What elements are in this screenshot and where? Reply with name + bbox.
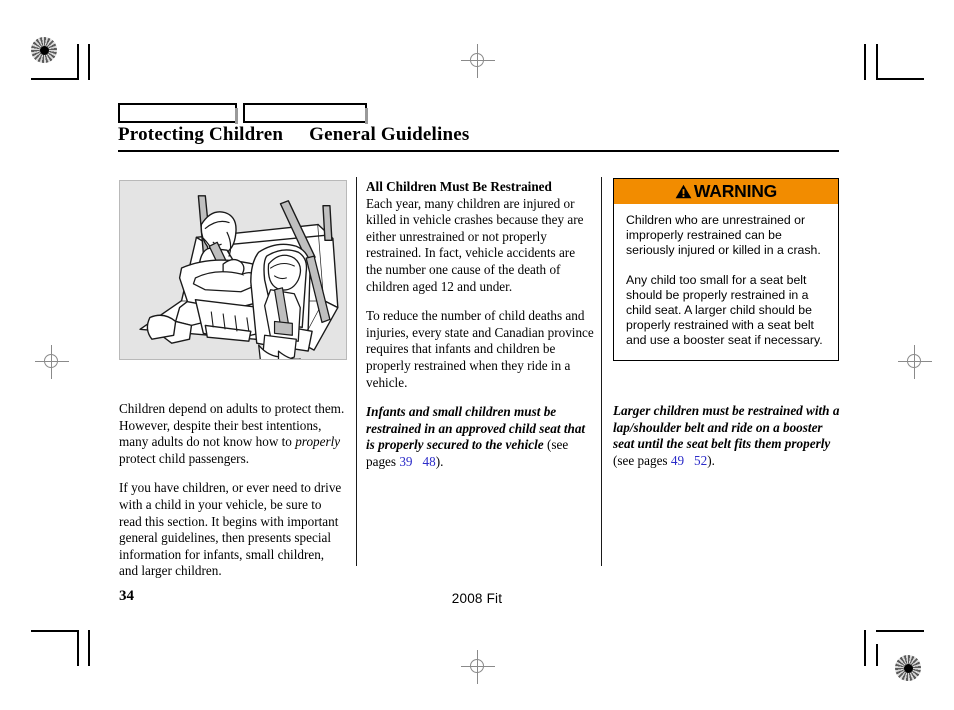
paragraph: All Children Must Be Restrained Each yea… (366, 179, 594, 295)
crop-mark (876, 630, 924, 632)
crop-mark (88, 44, 90, 80)
registration-crosshair-icon (461, 650, 495, 684)
crop-mark (77, 630, 79, 666)
crop-mark (88, 630, 90, 666)
text-run: Each year, many children are injured or … (366, 195, 584, 294)
column-divider-left (356, 177, 357, 566)
paragraph: Any child too small for a seat belt shou… (626, 272, 823, 348)
right-column-text: Larger children must be restrained with … (613, 403, 841, 469)
text-run: To reduce the number of child deaths and… (366, 308, 594, 390)
manual-page: Protecting Children General Guidelines C… (0, 0, 954, 710)
paragraph: Children depend on adults to protect the… (119, 401, 345, 467)
warning-triangle-icon (675, 184, 692, 199)
paragraph: Children who are unrestrained or imprope… (626, 213, 821, 258)
registration-target-icon (31, 37, 57, 63)
tab-shadow (235, 108, 238, 124)
paragraph: To reduce the number of child deaths and… (366, 308, 594, 391)
warning-header: WARNING (614, 179, 838, 204)
text-run: ). (707, 452, 715, 468)
crop-mark (864, 630, 866, 666)
crop-mark (31, 630, 79, 632)
text-run: protect child passengers. (119, 450, 250, 466)
page-reference-link[interactable]: 49 (671, 453, 684, 468)
tab-shadow (365, 108, 368, 124)
column-divider-right (601, 177, 602, 566)
registration-crosshair-icon (461, 44, 495, 78)
page-reference-link[interactable]: 52 (694, 453, 707, 468)
section-tab-2[interactable] (243, 103, 368, 124)
model-year-label: 2008 Fit (451, 591, 503, 606)
text-run-italic: properly (295, 434, 341, 450)
crop-mark (876, 644, 878, 666)
text-run: If you have children, or ever need to dr… (119, 480, 342, 579)
registration-crosshair-icon (898, 345, 932, 379)
middle-column-text: All Children Must Be Restrained Each yea… (366, 179, 594, 471)
section-title: Protecting Children (118, 124, 284, 145)
crop-mark (876, 44, 878, 80)
crop-mark (31, 78, 79, 80)
title-rule (118, 150, 839, 152)
warning-box: WARNING Children who are unrestrained or… (613, 178, 839, 361)
section-tab-1[interactable] (118, 103, 238, 124)
paragraph: Larger children must be restrained with … (613, 403, 841, 469)
text-run: ). (435, 453, 444, 469)
middle-column-heading: All Children Must Be Restrained (366, 179, 552, 194)
crop-mark (77, 44, 79, 80)
warning-label: WARNING (693, 180, 778, 201)
paragraph: If you have children, or ever need to dr… (119, 480, 345, 580)
paragraph: Infants and small children must be restr… (366, 404, 594, 470)
rear-seat-children-illustration (119, 180, 347, 360)
left-column-text: Children depend on adults to protect the… (119, 401, 345, 580)
crop-mark (864, 44, 866, 80)
text-run-bold-italic: Larger children must be restrained with … (613, 403, 840, 452)
page-title: Protecting Children General Guidelines (118, 124, 469, 146)
subsection-title: General Guidelines (309, 124, 470, 145)
text-run: (see pages (613, 452, 671, 468)
page-reference-link[interactable]: 48 (423, 454, 436, 469)
crop-mark (876, 78, 924, 80)
registration-crosshair-icon (35, 345, 69, 379)
registration-target-icon (895, 655, 921, 681)
page-reference-link[interactable]: 39 (399, 454, 412, 469)
warning-body: Children who are unrestrained or imprope… (614, 204, 838, 360)
